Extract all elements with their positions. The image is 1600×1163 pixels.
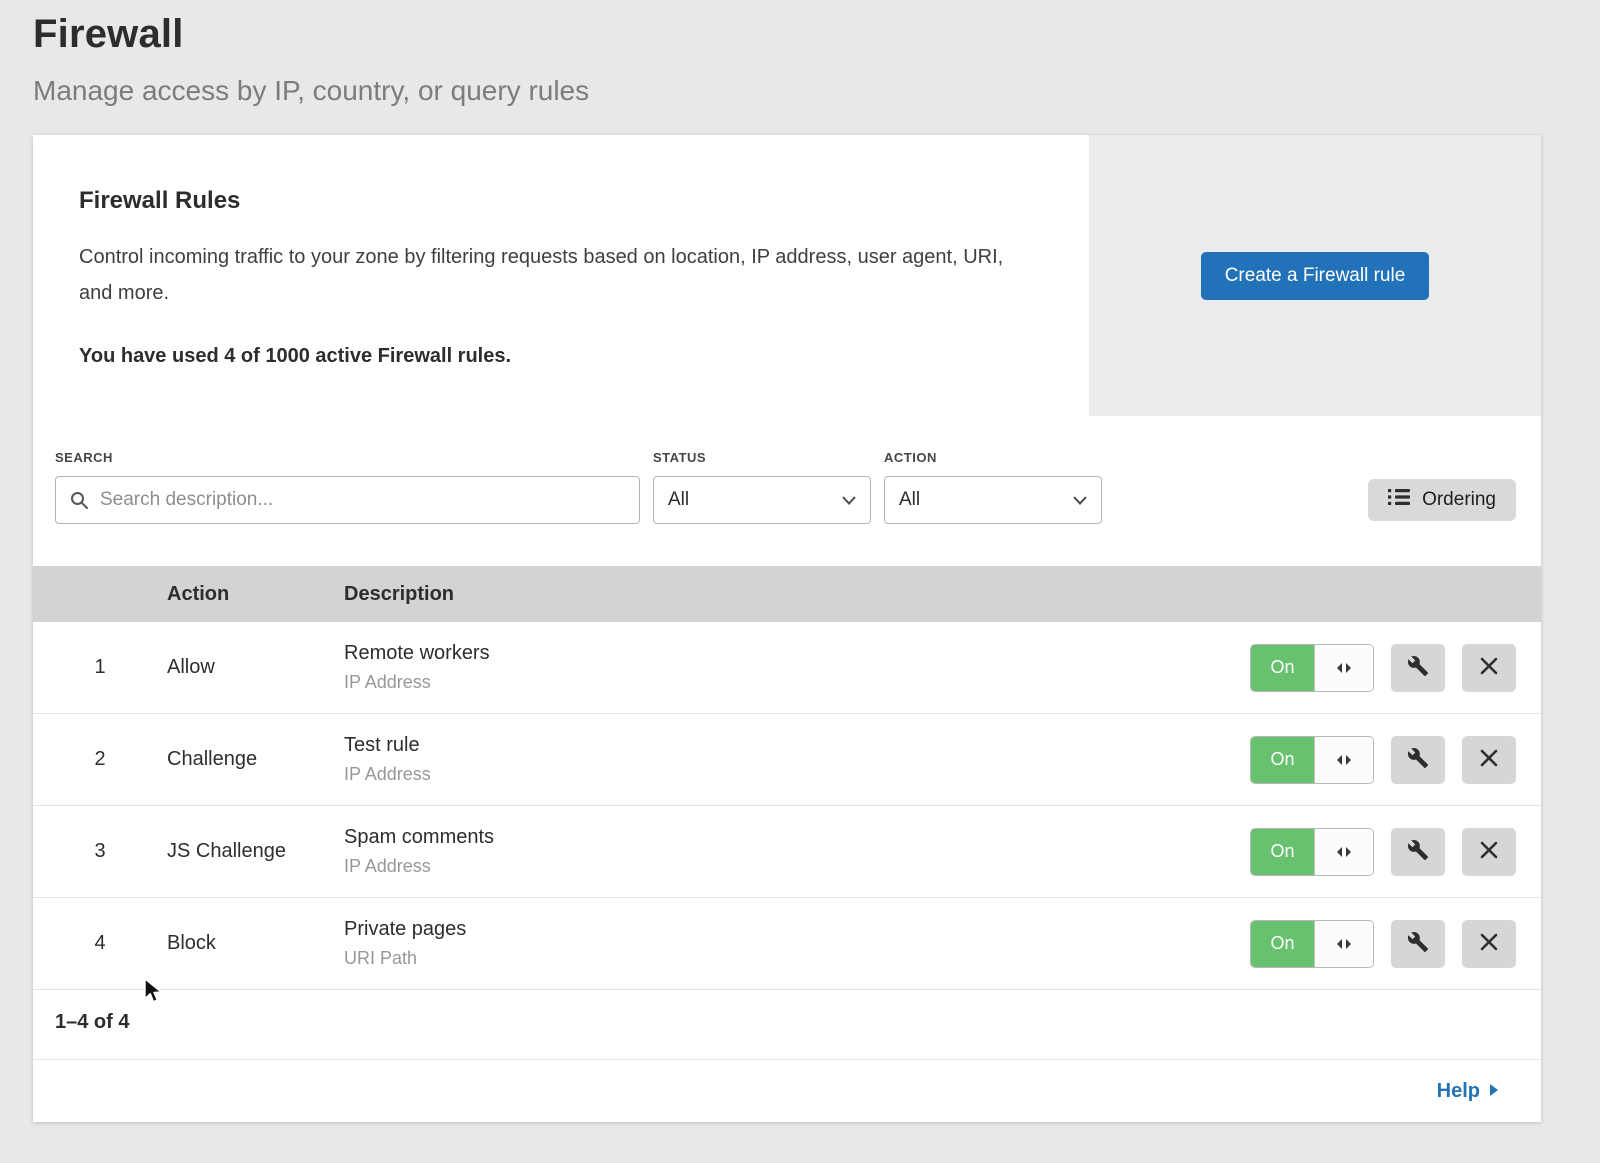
ordering-button-label: Ordering (1422, 489, 1496, 511)
action-select[interactable]: All (884, 476, 1102, 524)
table-header: Action Description (33, 566, 1541, 622)
chevron-down-icon (1073, 489, 1087, 511)
close-icon (1480, 841, 1498, 862)
edit-rule-button[interactable] (1391, 828, 1445, 876)
rule-action: Block (167, 932, 344, 955)
toggle-drag-handle[interactable] (1314, 645, 1373, 691)
panel-title: Firewall Rules (79, 187, 1029, 215)
rule-field-type: URI Path (344, 948, 1250, 969)
search-input[interactable] (55, 476, 640, 524)
page-subtitle: Manage access by IP, country, or query r… (33, 75, 1600, 107)
table-row: 4 Block Private pages URI Path On (33, 898, 1541, 990)
search-label: SEARCH (55, 450, 640, 465)
rule-action: JS Challenge (167, 840, 344, 863)
toggle-drag-handle[interactable] (1314, 921, 1373, 967)
table-row: 1 Allow Remote workers IP Address On (33, 622, 1541, 714)
status-selected-value: All (668, 489, 689, 511)
rule-number: 2 (33, 748, 167, 771)
rule-field-type: IP Address (344, 672, 1250, 693)
card-top-action-area: Create a Firewall rule (1089, 135, 1541, 416)
delete-rule-button[interactable] (1462, 920, 1516, 968)
status-filter-group: STATUS All (653, 450, 871, 524)
delete-rule-button[interactable] (1462, 644, 1516, 692)
wrench-icon (1407, 655, 1429, 680)
rule-enabled-toggle[interactable]: On (1250, 920, 1374, 968)
header-description-column: Description (344, 583, 1541, 606)
toggle-on-label[interactable]: On (1251, 645, 1314, 691)
table-row: 3 JS Challenge Spam comments IP Address … (33, 806, 1541, 898)
status-select[interactable]: All (653, 476, 871, 524)
rule-description: Remote workers IP Address (344, 642, 1250, 693)
search-filter-group: SEARCH (55, 450, 640, 524)
help-link-label: Help (1437, 1080, 1480, 1103)
toggle-on-label[interactable]: On (1251, 921, 1314, 967)
rule-number: 3 (33, 840, 167, 863)
ordering-button[interactable]: Ordering (1368, 479, 1516, 521)
rule-action: Challenge (167, 748, 344, 771)
edit-rule-button[interactable] (1391, 736, 1445, 784)
wrench-icon (1407, 839, 1429, 864)
toggle-on-label[interactable]: On (1251, 737, 1314, 783)
rule-enabled-toggle[interactable]: On (1250, 736, 1374, 784)
rule-action: Allow (167, 656, 344, 679)
wrench-icon (1407, 747, 1429, 772)
delete-rule-button[interactable] (1462, 828, 1516, 876)
help-link[interactable]: Help (1437, 1080, 1499, 1103)
rule-description: Test rule IP Address (344, 734, 1250, 785)
rule-description: Private pages URI Path (344, 918, 1250, 969)
filters-bar: SEARCH STATUS All (33, 416, 1541, 566)
toggle-drag-handle[interactable] (1314, 829, 1373, 875)
create-firewall-rule-button[interactable]: Create a Firewall rule (1201, 252, 1430, 300)
rule-description: Spam comments IP Address (344, 826, 1250, 877)
toggle-drag-handle[interactable] (1314, 737, 1373, 783)
card-footer: Help (33, 1060, 1541, 1122)
search-icon (69, 490, 89, 515)
ordered-list-icon (1388, 488, 1410, 512)
panel-description: Control incoming traffic to your zone by… (79, 239, 1029, 311)
status-label: STATUS (653, 450, 871, 465)
edit-rule-button[interactable] (1391, 644, 1445, 692)
close-icon (1480, 933, 1498, 954)
edit-rule-button[interactable] (1391, 920, 1445, 968)
chevron-right-icon (1489, 1080, 1499, 1103)
rule-controls: On (1250, 828, 1541, 876)
action-label: ACTION (884, 450, 1102, 465)
table-row: 2 Challenge Test rule IP Address On (33, 714, 1541, 806)
search-field-wrapper (55, 476, 640, 524)
pagination-status: 1–4 of 4 (33, 990, 1541, 1060)
close-icon (1480, 749, 1498, 770)
toggle-on-label[interactable]: On (1251, 829, 1314, 875)
rule-controls: On (1250, 736, 1541, 784)
card-top-text: Firewall Rules Control incoming traffic … (33, 135, 1089, 416)
page-title: Firewall (33, 12, 1600, 57)
rule-field-type: IP Address (344, 764, 1250, 785)
action-selected-value: All (899, 489, 920, 511)
rule-title: Remote workers (344, 642, 1250, 665)
rule-number: 4 (33, 932, 167, 955)
card-top-section: Firewall Rules Control incoming traffic … (33, 135, 1541, 416)
rule-title: Spam comments (344, 826, 1250, 849)
close-icon (1480, 657, 1498, 678)
rule-field-type: IP Address (344, 856, 1250, 877)
rule-controls: On (1250, 644, 1541, 692)
panel-usage-count: You have used 4 of 1000 active Firewall … (79, 345, 1029, 368)
wrench-icon (1407, 931, 1429, 956)
chevron-down-icon (842, 489, 856, 511)
rule-enabled-toggle[interactable]: On (1250, 644, 1374, 692)
action-filter-group: ACTION All (884, 450, 1102, 524)
rule-enabled-toggle[interactable]: On (1250, 828, 1374, 876)
page-header: Firewall Manage access by IP, country, o… (0, 0, 1600, 107)
delete-rule-button[interactable] (1462, 736, 1516, 784)
rule-title: Test rule (344, 734, 1250, 757)
header-action-column: Action (167, 583, 344, 606)
rule-title: Private pages (344, 918, 1250, 941)
rule-number: 1 (33, 656, 167, 679)
rule-controls: On (1250, 920, 1541, 968)
firewall-rules-card: Firewall Rules Control incoming traffic … (33, 135, 1541, 1122)
